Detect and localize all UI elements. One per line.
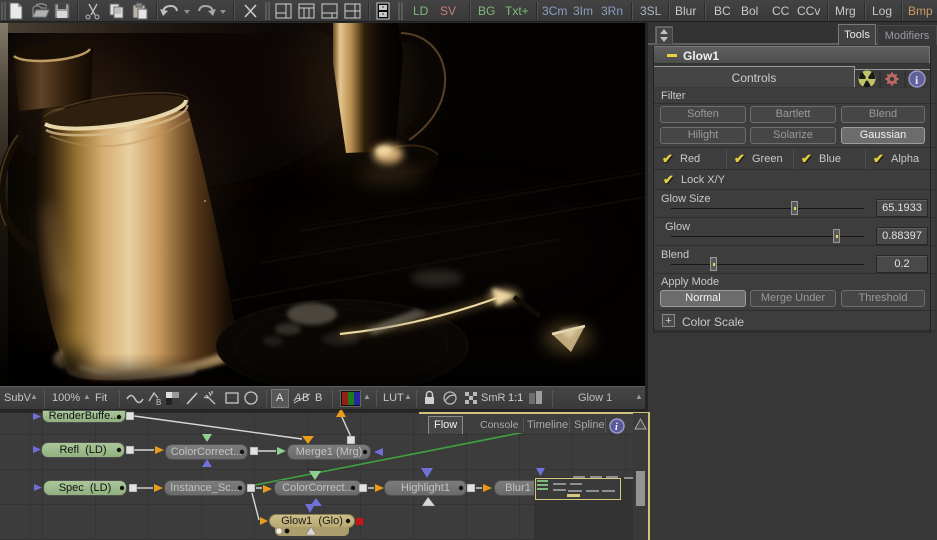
svg-text:i: i	[615, 422, 618, 433]
svg-text:B: B	[156, 398, 161, 407]
